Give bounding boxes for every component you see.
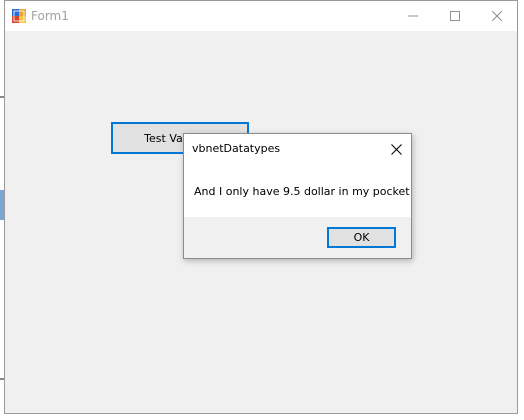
close-icon — [492, 11, 502, 21]
window-title: Form1 — [31, 9, 69, 23]
minimize-button[interactable] — [391, 1, 435, 31]
message-box-close-button[interactable] — [386, 139, 406, 159]
minimize-icon — [408, 15, 418, 17]
maximize-icon — [450, 11, 460, 21]
message-box-footer: OK — [184, 217, 411, 258]
ok-button[interactable]: OK — [327, 227, 396, 248]
message-box-title: vbnetDatatypes — [192, 142, 281, 155]
app-icon — [12, 9, 26, 23]
title-bar[interactable]: Form1 — [5, 1, 517, 31]
close-button[interactable] — [475, 1, 519, 31]
ok-button-label: OK — [353, 231, 370, 244]
message-box: vbnetDatatypes And I only have 9.5 dolla… — [183, 133, 412, 259]
message-text: And I only have 9.5 dollar in my pocket — [194, 185, 410, 198]
maximize-button[interactable] — [433, 1, 477, 31]
close-icon — [390, 143, 402, 155]
